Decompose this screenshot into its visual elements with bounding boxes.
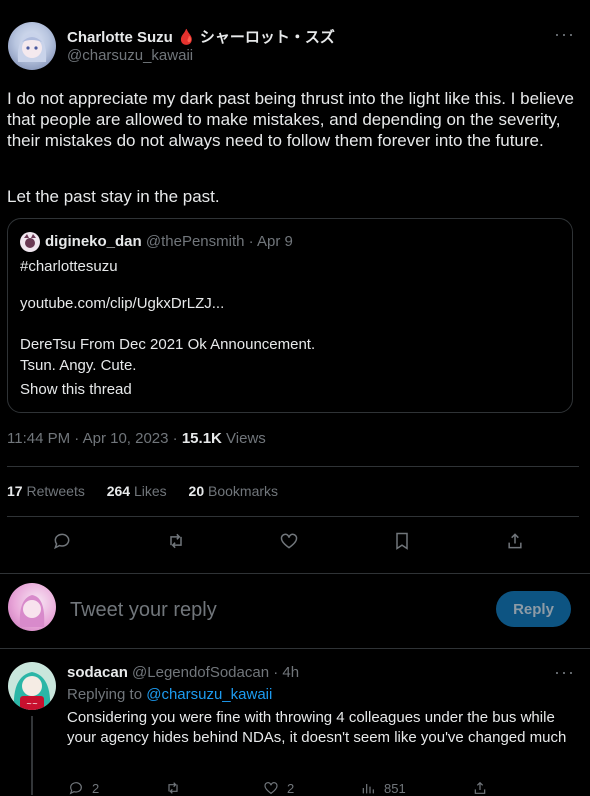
reply-author-handle[interactable]: @LegendofSodacan bbox=[132, 664, 269, 681]
reply-text: Considering you were fine with throwing … bbox=[67, 709, 567, 746]
views-icon bbox=[362, 784, 374, 794]
likes-label: Likes bbox=[133, 483, 167, 499]
likes-count: 264 bbox=[106, 483, 131, 499]
current-user-avatar[interactable] bbox=[8, 583, 56, 631]
more-dots-icon[interactable]: ··· bbox=[554, 662, 575, 683]
like-icon bbox=[264, 782, 278, 795]
author-japanese-name[interactable]: シャーロット・スズ bbox=[200, 29, 335, 46]
quoted-description: Tsun. Angy. Cute. bbox=[20, 357, 137, 374]
quoted-hashtag: #charlottesuzu bbox=[20, 258, 118, 275]
author-avatar[interactable] bbox=[8, 22, 56, 70]
divider bbox=[0, 573, 590, 574]
reply-like-count: 2 bbox=[287, 780, 295, 796]
reply-thread-line bbox=[31, 716, 33, 795]
quoted-author-avatar bbox=[20, 232, 40, 252]
author-name-row: Charlotte Suzu 🩸 シャーロット・スズ bbox=[67, 26, 335, 47]
likes-stat[interactable]: 264 Likes bbox=[107, 483, 167, 499]
quoted-author-handle[interactable]: @thePensmith bbox=[146, 233, 245, 250]
share-icon bbox=[474, 781, 486, 794]
blood-drop-emoji: 🩸 bbox=[177, 29, 196, 46]
divider bbox=[0, 648, 590, 649]
svg-text:~~: ~~ bbox=[26, 700, 38, 708]
tweet-text-paragraph-2: Let the past stay in the past. bbox=[7, 187, 220, 206]
tweet-meta: 11:44 PM · Apr 10, 2023 · 15.1K Views bbox=[7, 430, 266, 447]
stats-row: 17 Retweets 264 Likes 20 Bookmarks bbox=[7, 483, 278, 499]
more-dots-icon[interactable]: ··· bbox=[554, 24, 575, 45]
share-icon[interactable] bbox=[502, 528, 528, 554]
quoted-date[interactable]: Apr 9 bbox=[257, 233, 293, 250]
bookmark-icon[interactable] bbox=[389, 528, 415, 554]
divider bbox=[7, 466, 579, 467]
reply-share-action[interactable] bbox=[472, 780, 488, 796]
replying-to-label: Replying to bbox=[67, 686, 143, 703]
reply-view-count: 851 bbox=[384, 780, 406, 796]
quoted-dot: · bbox=[248, 233, 254, 250]
reply-icon[interactable] bbox=[49, 528, 75, 554]
like-icon[interactable] bbox=[276, 528, 302, 554]
quoted-link: youtube.com/clip/UgkxDrLZJ... bbox=[20, 295, 225, 312]
author-display-name[interactable]: Charlotte Suzu bbox=[67, 29, 173, 46]
quoted-title: DereTsu From Dec 2021 Ok Announcement. bbox=[20, 336, 316, 353]
reply-time[interactable]: 4h bbox=[282, 664, 299, 681]
reply-reply-action[interactable]: 2 bbox=[68, 780, 99, 796]
reply-views-action[interactable]: 851 bbox=[360, 780, 406, 796]
quoted-author-name[interactable]: digineko_dan bbox=[45, 233, 142, 250]
tweet-timestamp[interactable]: 11:44 PM · Apr 10, 2023 bbox=[7, 430, 169, 447]
bookmarks-label: Bookmarks bbox=[208, 483, 279, 499]
retweet-icon bbox=[168, 782, 178, 794]
meta-dot: · bbox=[172, 430, 178, 447]
retweets-label: Retweets bbox=[26, 483, 85, 499]
reply-button[interactable]: Reply bbox=[496, 591, 571, 627]
reply-author-avatar[interactable]: ~~ bbox=[8, 662, 56, 710]
reply-input[interactable] bbox=[68, 595, 482, 625]
reply-header: sodacan @LegendofSodacan · 4h bbox=[67, 664, 299, 681]
bookmarks-stat[interactable]: 20 Bookmarks bbox=[189, 483, 279, 499]
replying-to-handle[interactable]: @charsuzu_kawaii bbox=[146, 686, 272, 703]
views-count: 15.1K bbox=[181, 430, 222, 447]
reply-dot: · bbox=[273, 664, 279, 681]
replying-to: Replying to @charsuzu_kawaii bbox=[67, 686, 272, 703]
reply-like-action[interactable]: 2 bbox=[263, 780, 294, 796]
author-handle[interactable]: @charsuzu_kawaii bbox=[67, 47, 193, 64]
views-label: Views bbox=[226, 430, 266, 447]
reply-retweet-action[interactable] bbox=[165, 780, 189, 796]
retweets-count: 17 bbox=[7, 483, 23, 499]
reply-reply-count: 2 bbox=[92, 780, 100, 796]
tweet-text-paragraph-1: I do not appreciate my dark past being t… bbox=[7, 89, 574, 150]
quoted-tweet[interactable]: digineko_dan @thePensmith · Apr 9 #charl… bbox=[7, 218, 573, 413]
quoted-header: digineko_dan @thePensmith · Apr 9 bbox=[45, 233, 293, 250]
retweets-stat[interactable]: 17 Retweets bbox=[7, 483, 85, 499]
bookmarks-count: 20 bbox=[188, 483, 205, 499]
reply-icon bbox=[69, 782, 82, 795]
retweet-icon[interactable] bbox=[163, 528, 189, 554]
show-thread-link[interactable]: Show this thread bbox=[20, 381, 132, 398]
reply-author-name[interactable]: sodacan bbox=[67, 664, 128, 681]
divider bbox=[7, 516, 579, 517]
